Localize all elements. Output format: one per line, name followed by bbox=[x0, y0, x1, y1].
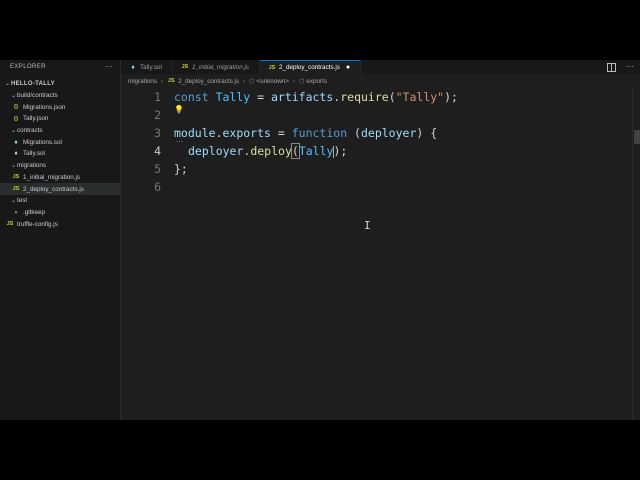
line-number: 3 bbox=[154, 126, 161, 140]
symbol-icon: ⬡ bbox=[299, 78, 305, 85]
tree-folder-contracts[interactable]: ⌄ contracts bbox=[0, 125, 120, 137]
tab-tally-sol[interactable]: ♦ Tally.sol bbox=[121, 60, 173, 74]
unsaved-dot-icon[interactable]: ● bbox=[346, 64, 350, 71]
tab-1-initial-migration[interactable]: JS 1_initial_migration.js bbox=[173, 60, 260, 74]
breadcrumb-file[interactable]: JS 2_deploy_contracts.js bbox=[167, 78, 239, 85]
code-line-4[interactable]: deployer.deploy(Tally); bbox=[188, 143, 347, 159]
editor-scrollbar[interactable] bbox=[632, 88, 640, 420]
json-file-icon: {} bbox=[13, 115, 19, 122]
tree-file-gitkeep[interactable]: • .gitkeep bbox=[0, 207, 120, 219]
javascript-file-icon: JS bbox=[167, 78, 175, 84]
lightbulb-icon[interactable]: 💡 bbox=[174, 105, 184, 114]
line-number: 5 bbox=[154, 162, 161, 176]
chevron-down-icon: ⌄ bbox=[10, 198, 17, 205]
line-number: 6 bbox=[154, 180, 161, 194]
chevron-down-icon: ⌄ bbox=[10, 128, 17, 135]
code-editor[interactable]: 1 2 3 4 5 6 💡 ⋯ const Tally = artifacts.… bbox=[121, 88, 640, 420]
code-line-5[interactable]: }; bbox=[174, 162, 188, 176]
chevron-right-icon: › bbox=[161, 77, 164, 85]
javascript-file-icon: JS bbox=[6, 221, 14, 228]
solidity-file-icon: ♦ bbox=[14, 150, 18, 158]
tree-folder-test[interactable]: ⌄ test bbox=[0, 195, 120, 207]
javascript-file-icon: JS bbox=[268, 64, 276, 71]
explorer-header: EXPLORER ··· bbox=[0, 60, 120, 74]
chevron-down-icon: ⌄ bbox=[10, 163, 17, 170]
more-actions-icon[interactable]: ··· bbox=[626, 62, 634, 72]
javascript-file-icon: JS bbox=[181, 64, 189, 70]
tree-file-1-initial-migration[interactable]: JS 1_initial_migration.js bbox=[0, 172, 120, 184]
chevron-right-icon: › bbox=[292, 77, 296, 85]
line-number-current: 4 bbox=[154, 144, 161, 158]
tree-file-tally-json[interactable]: {} Tally.json bbox=[0, 113, 120, 125]
tree-file-migrations-sol[interactable]: ♦ Migrations.sol bbox=[0, 136, 120, 148]
breadcrumb-unknown[interactable]: ⬡ <unknown> bbox=[249, 78, 289, 85]
git-file-icon: • bbox=[14, 207, 18, 217]
editor-tab-bar: ♦ Tally.sol JS 1_initial_migration.js JS… bbox=[121, 60, 640, 74]
tree-file-tally-sol[interactable]: ♦ Tally.sol bbox=[0, 148, 120, 160]
split-editor-icon[interactable] bbox=[607, 63, 616, 72]
file-tree: ⌄ HELLO-TALLY ⌄ build/contracts {} Migra… bbox=[0, 78, 120, 230]
breadcrumb-symbol[interactable]: ⬡ exports bbox=[299, 78, 327, 85]
tab-actions: ··· bbox=[607, 62, 634, 72]
tree-file-migrations-json[interactable]: {} Migrations.json bbox=[0, 101, 120, 113]
tab-2-deploy-contracts[interactable]: JS 2_deploy_contracts.js ● bbox=[260, 60, 362, 74]
json-file-icon: {} bbox=[13, 104, 19, 111]
explorer-title: EXPLORER bbox=[10, 64, 46, 70]
tree-root-hello-tally[interactable]: ⌄ HELLO-TALLY bbox=[0, 78, 120, 90]
solidity-file-icon: ♦ bbox=[131, 63, 135, 71]
explorer-sidebar: EXPLORER ··· ⌄ HELLO-TALLY ⌄ build/contr… bbox=[0, 60, 121, 420]
tree-file-truffle-config[interactable]: JS truffle-config.js bbox=[0, 218, 120, 230]
chevron-down-icon: ⌄ bbox=[4, 81, 11, 88]
breadcrumb-folder[interactable]: migrations bbox=[128, 78, 157, 85]
chevron-right-icon: › bbox=[243, 77, 246, 85]
chevron-down-icon: ⌄ bbox=[10, 93, 17, 100]
tree-folder-migrations[interactable]: ⌄ migrations bbox=[0, 160, 120, 172]
tree-folder-build-contracts[interactable]: ⌄ build/contracts bbox=[0, 90, 120, 102]
line-number: 1 bbox=[154, 90, 161, 104]
more-actions-icon[interactable]: ··· bbox=[105, 63, 113, 71]
module-icon: ⬡ bbox=[249, 78, 255, 85]
scrollbar-thumb[interactable] bbox=[634, 130, 640, 144]
tree-file-2-deploy-contracts[interactable]: JS 2_deploy_contracts.js bbox=[0, 183, 120, 195]
code-line-3[interactable]: module.exports = function (deployer) { bbox=[174, 126, 437, 140]
breadcrumb: migrations › JS 2_deploy_contracts.js › … bbox=[128, 75, 327, 87]
mouse-ibeam-cursor-icon: I bbox=[364, 219, 371, 232]
line-number: 2 bbox=[154, 108, 161, 122]
javascript-file-icon: JS bbox=[12, 174, 20, 181]
code-line-1[interactable]: const Tally = artifacts.require("Tally")… bbox=[174, 90, 458, 104]
javascript-file-icon: JS bbox=[12, 186, 20, 193]
solidity-file-icon: ♦ bbox=[14, 138, 18, 146]
vscode-window: EXPLORER ··· ⌄ HELLO-TALLY ⌄ build/contr… bbox=[0, 60, 640, 420]
